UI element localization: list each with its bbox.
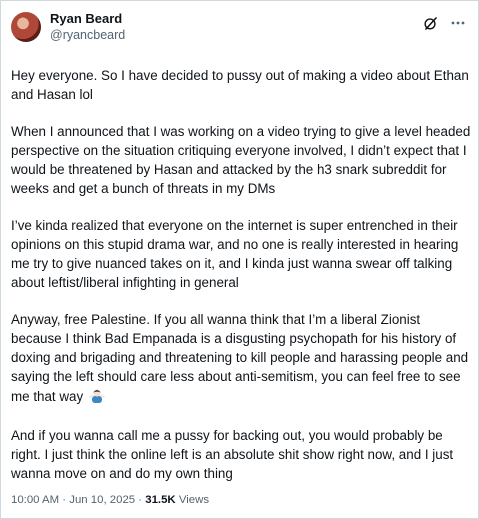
author-handle[interactable]: @ryancbeard [50, 27, 125, 43]
author-names: Ryan Beard @ryancbeard [50, 11, 125, 43]
tweet-time[interactable]: 10:00 AM [11, 494, 59, 506]
tweet-paragraph-5: And if you wanna call me a pussy for bac… [11, 428, 454, 481]
more-icon[interactable] [450, 15, 466, 31]
tweet-paragraph-4: Anyway, free Palestine. If you all wanna… [11, 312, 469, 404]
tweet-paragraph-4-wrap: Anyway, free Palestine. If you all wanna… [11, 311, 471, 408]
views-count: 31.5K [145, 494, 176, 506]
avatar[interactable] [11, 12, 41, 42]
views-label: Views [175, 494, 210, 506]
tweet-paragraph-3: I’ve kinda realized that everyone on the… [11, 218, 459, 290]
author-display-name[interactable]: Ryan Beard [50, 11, 125, 27]
tweet-paragraph-2: When I announced that I was working on a… [11, 124, 471, 196]
tweet-meta: 10:00 AM · Jun 10, 2025 · 31.5K Views [11, 492, 209, 508]
tweet-header: Ryan Beard @ryancbeard [11, 11, 466, 51]
tweet-paragraph-1: Hey everyone. So I have decided to pussy… [11, 68, 469, 102]
grok-icon[interactable] [422, 15, 438, 31]
header-actions [422, 11, 466, 31]
meta-separator-2: · [135, 494, 146, 506]
tweet-body: Hey everyone. So I have decided to pussy… [11, 67, 471, 484]
tweet-date[interactable]: Jun 10, 2025 [69, 494, 135, 506]
man-shrugging-emoji [89, 387, 105, 409]
meta-separator: · [59, 494, 70, 506]
tweet-card: Ryan Beard @ryancbeard Hey everyone. So … [0, 0, 479, 519]
